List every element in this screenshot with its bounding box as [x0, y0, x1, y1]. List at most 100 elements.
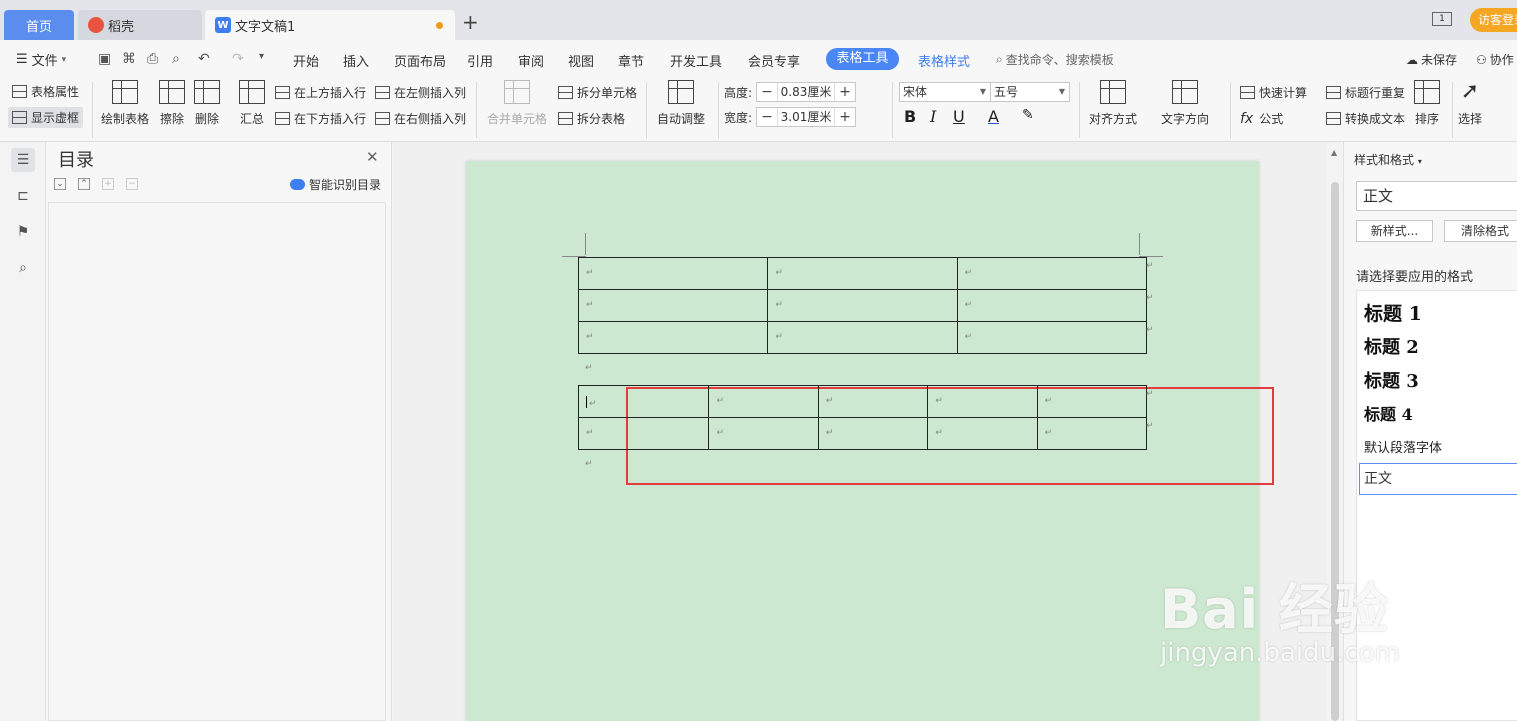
width-increase-button[interactable]: +	[835, 108, 855, 126]
document-page[interactable]: ↵ ↵ ↵ ↵ ↵ ↵ ↵ ↵ ↵ ↵ ↵ ↵ ↵ ↵ ↵ ↵ ↵ ↵ ↵ ↵ ↵ ↵ ↵ ↵ ↵ ↵	[466, 161, 1274, 721]
print-icon[interactable]: ⎙	[147, 51, 158, 67]
table-cell[interactable]: ↵	[956, 321, 1148, 354]
row-height-stepper[interactable]: 高度: − 0.83厘米 +	[724, 82, 857, 102]
clear-format-button[interactable]: 清除格式	[1444, 220, 1517, 242]
table-cell[interactable]: ↵	[708, 417, 819, 450]
table-cell[interactable]: ↵	[1036, 417, 1148, 450]
menu-home[interactable]: 开始	[293, 51, 319, 70]
collaborate-button[interactable]: ⚇ 协作	[1476, 51, 1514, 68]
table-cell[interactable]: ↵	[708, 385, 819, 418]
table-2x5[interactable]: ↵ ↵ ↵ ↵ ↵ ↵ ↵ ↵ ↵ ↵	[577, 385, 1148, 450]
scroll-up-icon[interactable]: ▲	[1331, 148, 1337, 157]
select-button[interactable]: ➚ 选择	[1458, 80, 1482, 127]
repeat-header-button[interactable]: 标题行重复	[1326, 84, 1405, 101]
height-increase-button[interactable]: +	[835, 83, 855, 101]
insert-column-left-button[interactable]: 在左侧插入列	[375, 84, 466, 101]
font-color-icon[interactable]: A	[988, 107, 999, 126]
table-cell[interactable]: ↵	[927, 417, 1038, 450]
auto-fit-button[interactable]: 自动调整	[657, 80, 705, 127]
table-cell[interactable]: ↵	[577, 289, 769, 322]
menu-table-tools[interactable]: 表格工具	[826, 48, 899, 70]
smart-toc-button[interactable]: 智能识别目录	[290, 176, 381, 193]
menu-chapter[interactable]: 章节	[618, 51, 644, 70]
sort-button[interactable]: 排序	[1414, 80, 1440, 127]
expand-icon[interactable]: ⌄	[54, 178, 66, 190]
new-tab-button[interactable]: +	[462, 12, 479, 32]
width-value[interactable]: 3.01厘米	[777, 108, 836, 126]
convert-to-text-button[interactable]: 转换成文本	[1326, 110, 1405, 127]
style-heading-3[interactable]: 标题 3	[1364, 367, 1419, 393]
format-painter-icon[interactable]: ⌘	[122, 51, 136, 67]
tab-home[interactable]: 首页	[4, 10, 74, 40]
table-properties-button[interactable]: 表格属性	[12, 83, 79, 100]
style-heading-1[interactable]: 标题 1	[1364, 299, 1422, 326]
split-cells-button[interactable]: 拆分单元格	[558, 84, 637, 101]
toc-panel-icon[interactable]: ☰	[11, 148, 35, 172]
styles-panel-title[interactable]: 样式和格式 ▾	[1354, 151, 1422, 168]
table-cell[interactable]: ↵	[956, 257, 1148, 290]
height-decrease-button[interactable]: −	[757, 83, 777, 101]
text-direction-button[interactable]: 文字方向	[1161, 80, 1209, 127]
tab-document[interactable]: W 文字文稿1	[205, 10, 455, 40]
new-style-button[interactable]: 新样式...	[1356, 220, 1433, 242]
insert-row-above-button[interactable]: 在上方插入行	[275, 84, 366, 101]
menu-review[interactable]: 审阅	[518, 51, 544, 70]
file-menu[interactable]: ☰ 文件 ▾	[16, 50, 66, 69]
add-level-icon[interactable]: +	[102, 178, 114, 190]
bold-icon[interactable]: B	[904, 107, 916, 126]
customize-quick-access-icon[interactable]: ▾	[259, 51, 264, 62]
command-search[interactable]: ⌕ 查找命令、搜索模板	[996, 51, 1114, 68]
table-cell[interactable]: ↵	[817, 417, 929, 450]
table-cell[interactable]: ↵	[956, 289, 1148, 322]
chapter-nav-icon[interactable]: ⊏	[11, 184, 35, 208]
table-cell[interactable]: ↵	[927, 385, 1038, 418]
table-cell[interactable]: ↵	[577, 257, 769, 290]
table-cell[interactable]: ↵	[817, 385, 929, 418]
table-cell[interactable]: ↵	[767, 289, 958, 322]
menu-table-style[interactable]: 表格样式	[918, 51, 970, 70]
bookmark-icon[interactable]: ⚑	[11, 220, 35, 244]
merge-cells-button[interactable]: 合并单元格	[487, 80, 547, 127]
window-mode-icon[interactable]: 1	[1432, 12, 1452, 26]
style-normal[interactable]: 正文	[1359, 463, 1517, 495]
table-3x3[interactable]: ↵ ↵ ↵ ↵ ↵ ↵ ↵ ↵ ↵	[577, 257, 1148, 354]
erase-button[interactable]: 擦除	[159, 80, 185, 127]
unsaved-status[interactable]: ☁ 未保存	[1406, 51, 1457, 68]
font-name-select[interactable]: 宋体 ▼	[899, 82, 991, 102]
highlight-icon[interactable]: ✎	[1022, 107, 1034, 123]
italic-icon[interactable]: I	[930, 107, 936, 126]
close-icon[interactable]: ✕	[366, 148, 379, 166]
summary-button[interactable]: 汇总	[239, 80, 265, 127]
underline-icon[interactable]: U	[953, 107, 965, 126]
show-gridlines-button[interactable]: 显示虚框	[8, 107, 84, 128]
table-cell[interactable]: ↵	[1036, 385, 1148, 418]
table-cell[interactable]: ↵	[767, 257, 958, 290]
style-heading-4[interactable]: 标题 4	[1364, 401, 1413, 425]
table-cell[interactable]: ↵	[767, 321, 958, 354]
column-width-stepper[interactable]: 宽度: − 3.01厘米 +	[724, 107, 857, 127]
remove-level-icon[interactable]: −	[126, 178, 138, 190]
redo-icon[interactable]: ↷	[232, 51, 244, 67]
menu-insert[interactable]: 插入	[343, 51, 369, 70]
tab-daoke[interactable]: 稻壳	[78, 10, 202, 40]
delete-button[interactable]: 删除	[194, 80, 220, 127]
print-preview-icon[interactable]: ⌕	[172, 51, 180, 67]
align-button[interactable]: 对齐方式	[1089, 80, 1137, 127]
menu-view[interactable]: 视图	[568, 51, 594, 70]
table-cell[interactable]: ↵	[577, 385, 710, 418]
font-size-select[interactable]: 五号 ▼	[990, 82, 1070, 102]
find-icon[interactable]: ⌕	[11, 256, 35, 280]
table-cell[interactable]: ↵	[577, 417, 710, 450]
split-table-button[interactable]: 拆分表格	[558, 110, 625, 127]
style-default-font[interactable]: 默认段落字体	[1364, 437, 1442, 456]
save-icon[interactable]: ▣	[98, 51, 111, 67]
height-value[interactable]: 0.83厘米	[777, 83, 836, 101]
table-cell[interactable]: ↵	[577, 321, 769, 354]
menu-references[interactable]: 引用	[467, 51, 493, 70]
visitor-login-button[interactable]: 访客登录	[1470, 8, 1517, 32]
menu-developer[interactable]: 开发工具	[670, 51, 722, 70]
style-heading-2[interactable]: 标题 2	[1364, 333, 1419, 359]
quick-calc-button[interactable]: 快速计算	[1240, 84, 1307, 101]
insert-column-right-button[interactable]: 在右侧插入列	[375, 110, 466, 127]
draw-table-button[interactable]: 绘制表格	[101, 80, 149, 127]
